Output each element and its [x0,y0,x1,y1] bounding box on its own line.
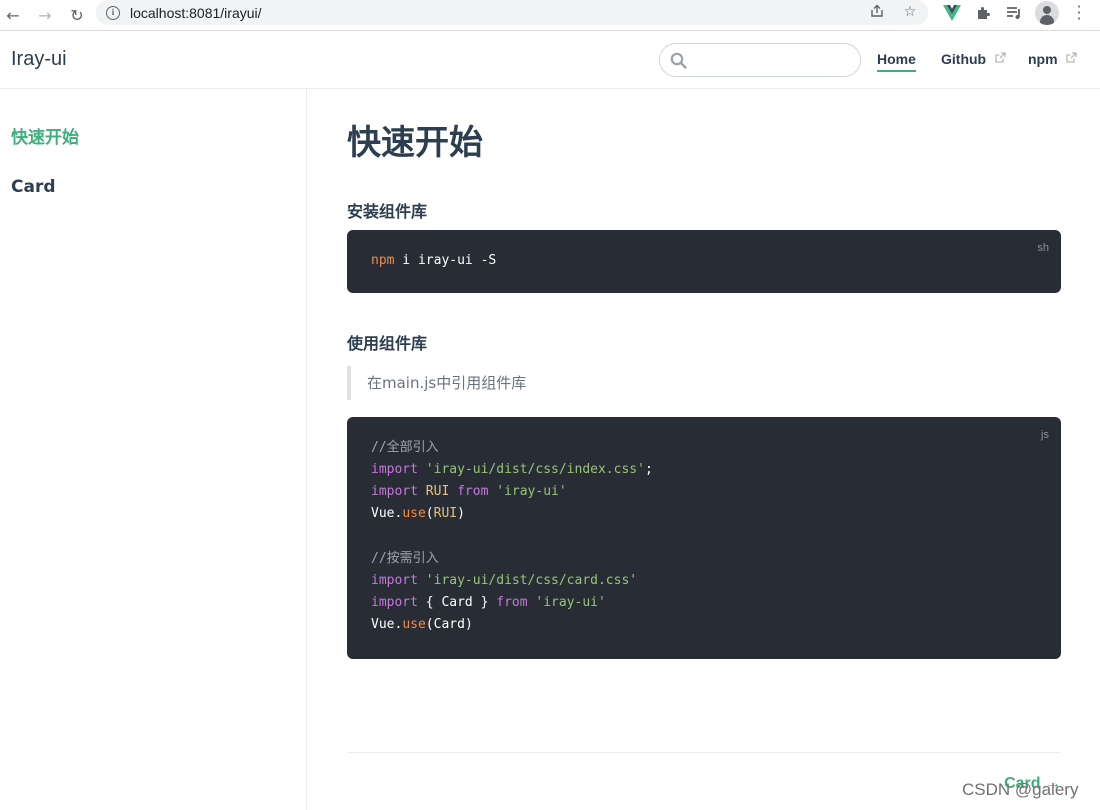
code-line: Vue.use(RUI) [371,506,465,521]
vue-devtools-icon[interactable] [942,3,962,23]
external-link-icon [1066,52,1078,63]
code-language-label: js [1041,429,1049,441]
code-line: Vue.use(Card) [371,617,473,632]
nav-link-npm[interactable]: npm [1028,51,1078,67]
code-line: import RUI from 'iray-ui' [371,484,567,499]
code-line: //全部引入 [371,440,439,455]
watermark: CSDN @galery [962,780,1079,799]
reload-icon[interactable]: ↻ [64,3,90,27]
section-heading-use: 使用组件库 [347,334,428,353]
code-line: import { Card } from 'iray-ui' [371,595,606,610]
search-input[interactable] [659,43,861,77]
nav-link-github[interactable]: Github [941,51,1006,67]
site-navbar: Iray-ui Home Github npm [0,31,1100,89]
section-heading-install: 安装组件库 [347,202,428,221]
code-line: import 'iray-ui/dist/css/card.css' [371,573,638,588]
site-logo[interactable]: Iray-ui [11,48,67,71]
browser-toolbar: ← → ↻ i localhost:8081/irayui/ ☆ · · · [0,0,1100,31]
bookmark-star-icon[interactable]: ☆ [901,4,919,20]
nav-link-home[interactable]: Home [877,51,916,72]
external-link-icon [995,52,1006,63]
sidebar-item-quick-start[interactable]: 快速开始 [11,123,79,148]
code-block-install: sh npm i iray-ui -S [347,230,1061,293]
code-block-usage: js //全部引入 import 'iray-ui/dist/css/index… [347,417,1061,659]
extensions-puzzle-icon[interactable] [973,3,993,23]
nav-link-npm-label: npm [1028,51,1058,67]
sidebar: 快速开始 Card [0,89,307,810]
code-line: //按需引入 [371,551,439,566]
search-icon [670,52,687,69]
sidebar-item-card[interactable]: Card [11,177,56,197]
page-title: 快速开始 [347,123,483,163]
code-language-label: sh [1037,242,1049,254]
nav-link-github-label: Github [941,51,987,67]
site-info-icon[interactable]: i [106,5,120,20]
address-bar[interactable]: i localhost:8081/irayui/ ☆ [96,0,928,25]
page-nav-divider [347,752,1061,753]
reading-list-icon[interactable] [1004,3,1024,23]
code-line: import 'iray-ui/dist/css/index.css'; [371,462,653,477]
share-icon[interactable] [868,4,886,22]
profile-avatar-icon[interactable] [1035,1,1059,25]
blockquote: 在main.js中引用组件库 [347,366,526,400]
address-bar-url[interactable]: localhost:8081/irayui/ [130,5,262,21]
back-arrow-icon[interactable]: ← [0,3,26,27]
code-line: npm i iray-ui -S [371,253,497,268]
nav-link-home-label: Home [877,51,916,67]
browser-menu-icon[interactable]: · · · [1072,0,1086,27]
forward-arrow-icon[interactable]: → [32,3,58,27]
